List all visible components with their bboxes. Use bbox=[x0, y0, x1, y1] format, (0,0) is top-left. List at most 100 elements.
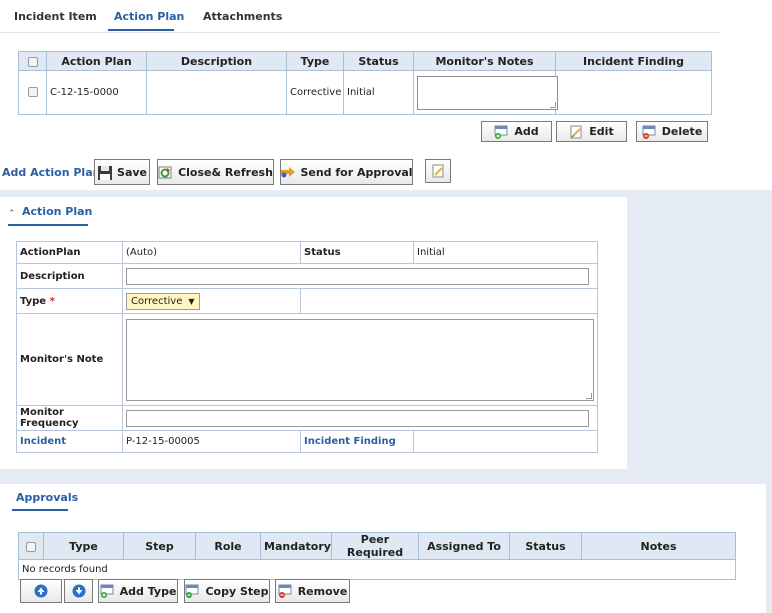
description-input[interactable] bbox=[126, 267, 589, 285]
add-button-label: Add bbox=[514, 125, 539, 138]
close-refresh-button[interactable]: Close& Refresh bbox=[157, 159, 274, 185]
no-records-text: No records found bbox=[18, 559, 736, 580]
refresh-icon bbox=[158, 165, 172, 179]
approvals-section-title: Approvals bbox=[16, 491, 79, 504]
add-button[interactable]: Add bbox=[481, 121, 552, 142]
copy-step-button[interactable]: Copy Step bbox=[184, 579, 270, 603]
cell-description bbox=[146, 70, 287, 115]
send-arrow-icon bbox=[280, 165, 296, 179]
action-plan-grid: Action Plan Description Type Status Moni… bbox=[18, 51, 712, 115]
move-down-button[interactable] bbox=[64, 579, 93, 603]
add-icon bbox=[494, 125, 508, 139]
action-plan-section-title: Action Plan bbox=[22, 205, 93, 218]
resize-grip-icon[interactable] bbox=[586, 392, 592, 399]
save-button[interactable]: Save bbox=[94, 159, 150, 185]
arrow-down-icon bbox=[72, 584, 86, 598]
table-row[interactable]: C-12-15-0000 Corrective Initial bbox=[18, 70, 712, 115]
incident-finding-link[interactable]: Incident Finding bbox=[300, 430, 414, 453]
add-icon bbox=[100, 584, 114, 598]
close-refresh-label: Close& Refresh bbox=[178, 165, 273, 179]
cell-status: Initial bbox=[343, 70, 414, 115]
required-marker: * bbox=[49, 295, 55, 307]
col-header-step[interactable]: Step bbox=[123, 532, 196, 560]
arrow-up-icon bbox=[34, 584, 48, 598]
monitor-note-label: Monitor's Note bbox=[16, 313, 123, 406]
approvals-grid: Type Step Role Mandatory Peer Required A… bbox=[18, 532, 736, 580]
floppy-disk-icon bbox=[97, 165, 113, 180]
edit-button-label: Edit bbox=[589, 125, 614, 138]
col-header-type[interactable]: Type bbox=[43, 532, 124, 560]
col-header-action-plan[interactable]: Action Plan bbox=[46, 51, 147, 71]
select-all-checkbox[interactable] bbox=[27, 56, 38, 67]
delete-icon bbox=[642, 125, 656, 139]
move-up-button[interactable] bbox=[20, 579, 62, 603]
save-button-label: Save bbox=[117, 165, 147, 179]
select-all-checkbox-cell[interactable] bbox=[18, 51, 47, 71]
approvals-select-all-checkbox[interactable] bbox=[26, 541, 36, 552]
action-plan-form-panel: ⌃ Action Plan ActionPlan (Auto) Status I… bbox=[0, 197, 627, 469]
action-plan-list-panel: Incident Item Action Plan Attachments Ac… bbox=[0, 0, 720, 150]
cell-monitors-notes bbox=[413, 70, 558, 115]
col-header-peer-required[interactable]: Peer Required bbox=[331, 532, 419, 560]
section-title-underline bbox=[8, 224, 88, 226]
empty-row: No records found bbox=[18, 559, 736, 580]
col-header-mandatory[interactable]: Mandatory bbox=[260, 532, 332, 560]
col-header-incident-finding[interactable]: Incident Finding bbox=[555, 51, 712, 71]
dropdown-arrow-icon: ▼ bbox=[188, 296, 195, 306]
incident-value: P-12-15-00005 bbox=[122, 430, 301, 453]
col-header-monitors-notes[interactable]: Monitor's Notes bbox=[413, 51, 556, 71]
cell-type: Corrective bbox=[286, 70, 344, 115]
monitor-note-textarea[interactable] bbox=[126, 318, 594, 401]
add-type-label: Add Type bbox=[119, 584, 177, 598]
row-checkbox[interactable] bbox=[27, 87, 38, 97]
add-action-plan-title: Add Action Plan bbox=[2, 166, 101, 179]
remove-button[interactable]: Remove bbox=[275, 579, 350, 603]
copy-icon bbox=[185, 584, 199, 598]
cell-incident-finding bbox=[555, 70, 712, 115]
col-header-assigned-to[interactable]: Assigned To bbox=[418, 532, 510, 560]
active-tab-indicator bbox=[108, 29, 174, 31]
description-label: Description bbox=[16, 263, 123, 289]
send-for-approval-label: Send for Approval bbox=[300, 165, 413, 179]
col-header-status[interactable]: Status bbox=[509, 532, 582, 560]
approvals-title-underline bbox=[12, 509, 68, 511]
type-empty-cell bbox=[300, 288, 598, 314]
row-checkbox-cell[interactable] bbox=[18, 70, 47, 115]
edit-button[interactable]: Edit bbox=[556, 121, 627, 142]
status-value: Initial bbox=[413, 241, 598, 264]
type-label-cell: Type * bbox=[16, 288, 123, 314]
incident-link[interactable]: Incident bbox=[16, 430, 123, 453]
col-header-type[interactable]: Type bbox=[286, 51, 344, 71]
delete-button-label: Delete bbox=[661, 125, 703, 138]
notes-button[interactable] bbox=[425, 159, 451, 183]
incident-finding-value bbox=[413, 430, 598, 453]
copy-step-label: Copy Step bbox=[205, 584, 269, 598]
approvals-header-row: Type Step Role Mandatory Peer Required A… bbox=[18, 532, 736, 560]
tab-bar: Incident Item Action Plan Attachments bbox=[0, 0, 720, 33]
send-for-approval-button[interactable]: Send for Approval bbox=[280, 159, 413, 185]
status-label: Status bbox=[300, 241, 414, 264]
resize-grip-icon[interactable] bbox=[550, 101, 556, 108]
actionplan-value: (Auto) bbox=[122, 241, 301, 264]
type-select[interactable]: Corrective ▼ bbox=[126, 292, 200, 310]
monitor-frequency-input[interactable] bbox=[126, 409, 589, 427]
type-label: Type bbox=[20, 295, 47, 307]
col-header-notes[interactable]: Notes bbox=[581, 532, 736, 560]
remove-icon bbox=[278, 584, 292, 598]
tab-incident-item[interactable]: Incident Item bbox=[14, 10, 97, 23]
approvals-select-all-cell[interactable] bbox=[18, 532, 44, 560]
monitors-notes-textarea[interactable] bbox=[417, 75, 558, 110]
add-type-button[interactable]: Add Type bbox=[98, 579, 178, 603]
col-header-description[interactable]: Description bbox=[146, 51, 287, 71]
delete-button[interactable]: Delete bbox=[636, 121, 708, 142]
col-header-role[interactable]: Role bbox=[195, 532, 261, 560]
tab-attachments[interactable]: Attachments bbox=[203, 10, 282, 23]
action-plan-form: ActionPlan (Auto) Status Initial Descrip… bbox=[16, 241, 598, 453]
collapse-chevron-icon[interactable]: ⌃ bbox=[8, 209, 16, 219]
col-header-status[interactable]: Status bbox=[343, 51, 414, 71]
grid-header-row: Action Plan Description Type Status Moni… bbox=[18, 51, 712, 71]
approvals-panel: Approvals Type Step Role Mandatory Peer … bbox=[0, 484, 766, 613]
tab-action-plan[interactable]: Action Plan bbox=[114, 10, 184, 23]
edit-icon bbox=[569, 125, 583, 139]
note-edit-icon bbox=[431, 164, 445, 178]
